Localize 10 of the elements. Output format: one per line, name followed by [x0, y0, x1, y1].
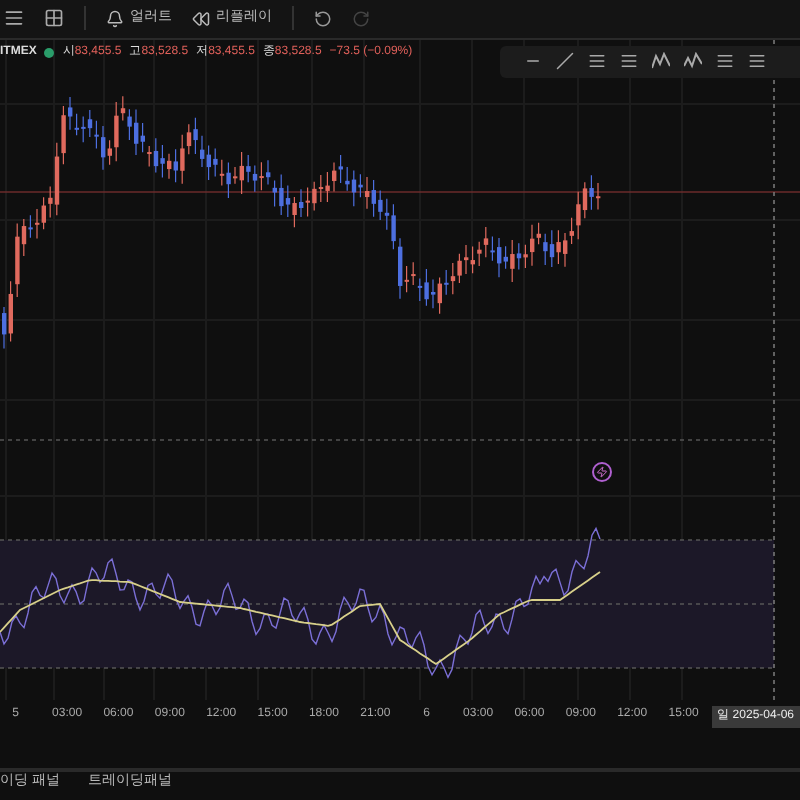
- grid-icon[interactable]: [44, 8, 64, 29]
- lines-icon[interactable]: [748, 52, 766, 71]
- alert-marker-icon[interactable]: [592, 461, 612, 482]
- rewind-icon: [192, 9, 210, 28]
- trend-line-icon[interactable]: [556, 52, 574, 71]
- lines-icon[interactable]: [716, 52, 734, 71]
- undo-icon[interactable]: [314, 9, 332, 28]
- parallel-lines-icon[interactable]: [588, 52, 606, 71]
- alarm-icon: [106, 9, 124, 28]
- menu-icon[interactable]: [4, 8, 24, 29]
